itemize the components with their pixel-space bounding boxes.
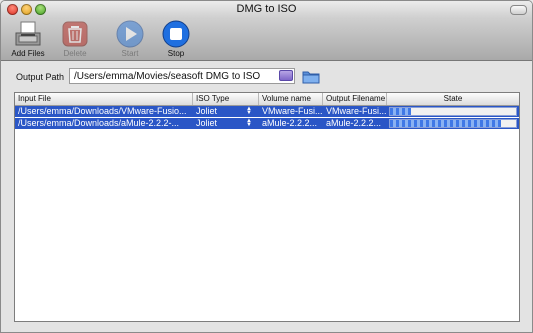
- add-files-button[interactable]: Add Files: [8, 20, 48, 58]
- progress-fill: [390, 120, 501, 127]
- browse-icon[interactable]: [279, 70, 293, 81]
- iso-type-select[interactable]: Joliet: [193, 106, 251, 117]
- delete-button[interactable]: Delete: [55, 20, 95, 58]
- title-bar: DMG to ISO: [1, 1, 532, 18]
- delete-label: Delete: [63, 49, 87, 58]
- output-path-label: Output Path: [16, 72, 65, 82]
- delete-icon: [60, 20, 90, 48]
- output-filename-cell[interactable]: VMware-Fusi...: [323, 106, 387, 117]
- volume-name-cell[interactable]: aMule-2.2.2...: [259, 118, 323, 129]
- table-row[interactable]: /Users/emma/Downloads/VMware-Fusio... Jo…: [15, 106, 519, 117]
- column-iso-type[interactable]: ISO Type: [193, 93, 259, 105]
- add-files-icon: [13, 20, 43, 48]
- table-row[interactable]: /Users/emma/Downloads/aMule-2.2.2-... Jo…: [15, 118, 519, 129]
- start-button[interactable]: Start: [110, 20, 150, 58]
- close-window-button[interactable]: [7, 4, 18, 15]
- window-title: DMG to ISO: [236, 3, 297, 15]
- folder-icon[interactable]: [302, 69, 320, 84]
- input-file-cell: /Users/emma/Downloads/VMware-Fusio...: [18, 106, 187, 116]
- iso-type-stepper-icon[interactable]: ▲ ▼: [246, 118, 252, 128]
- app-window: DMG to ISO Add Files Delete Start Stop O…: [0, 0, 533, 333]
- iso-type-stepper-icon[interactable]: ▲ ▼: [246, 106, 252, 116]
- toolbar-toggle-button[interactable]: [510, 5, 527, 15]
- output-filename-cell[interactable]: aMule-2.2.2...: [323, 118, 387, 129]
- start-label: Start: [121, 49, 139, 58]
- progress-fill: [390, 108, 412, 115]
- iso-type-select[interactable]: Joliet: [193, 118, 251, 129]
- stop-button[interactable]: Stop: [156, 20, 196, 58]
- start-icon: [115, 20, 145, 48]
- zoom-window-button[interactable]: [35, 4, 46, 15]
- volume-name-cell[interactable]: VMware-Fusi...: [259, 106, 323, 117]
- column-input-file[interactable]: Input File: [15, 93, 193, 105]
- stop-icon: [161, 20, 191, 48]
- progress-bar: [389, 119, 517, 128]
- column-output-filename[interactable]: Output Filename: [323, 93, 387, 105]
- output-path-field[interactable]: /Users/emma/Movies/seasoft DMG to ISO: [69, 68, 295, 84]
- column-state[interactable]: State: [387, 93, 519, 105]
- column-volume-name[interactable]: Volume name: [259, 93, 323, 105]
- table-header: Input File ISO Type Volume name Output F…: [15, 93, 519, 106]
- add-files-label: Add Files: [11, 49, 45, 58]
- minimize-window-button[interactable]: [21, 4, 32, 15]
- toolbar: Add Files Delete Start Stop: [1, 18, 532, 61]
- progress-bar: [389, 107, 517, 116]
- file-table: Input File ISO Type Volume name Output F…: [14, 92, 520, 322]
- stop-label: Stop: [167, 49, 185, 58]
- input-file-cell: /Users/emma/Downloads/aMule-2.2.2-...: [18, 118, 180, 128]
- output-path-row: Output Path /Users/emma/Movies/seasoft D…: [1, 61, 532, 91]
